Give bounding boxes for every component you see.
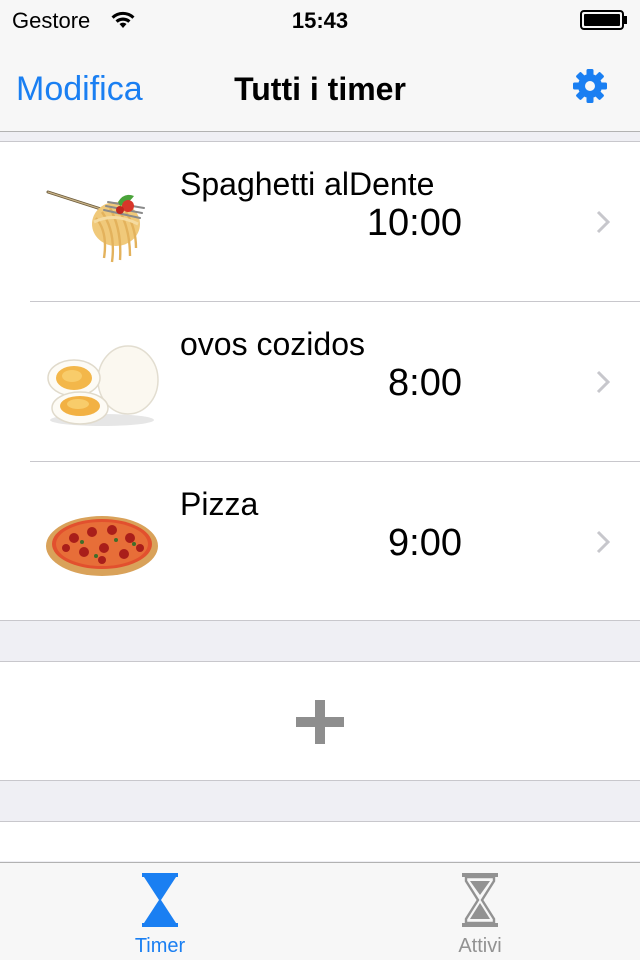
timer-duration: 9:00 bbox=[388, 522, 462, 564]
hourglass-icon bbox=[462, 873, 498, 927]
plus-icon bbox=[296, 700, 344, 744]
tab-timer[interactable]: Timer bbox=[0, 863, 320, 960]
timer-name: Spaghetti alDente bbox=[180, 166, 435, 202]
pizza-icon bbox=[46, 516, 158, 576]
timer-list: Spaghetti alDente 10:00 ovos cozidos 8:0… bbox=[0, 141, 640, 621]
timer-row-spaghetti[interactable]: Spaghetti alDente 10:00 bbox=[0, 142, 640, 302]
tab-bar: Timer Attivi bbox=[0, 862, 640, 960]
hourglass-icon bbox=[142, 873, 178, 927]
timer-row-eggs[interactable]: ovos cozidos 8:00 bbox=[0, 302, 640, 462]
status-bar: Gestore 15:43 bbox=[0, 0, 640, 40]
timer-name: ovos cozidos bbox=[180, 326, 365, 362]
battery-icon bbox=[580, 10, 627, 30]
tab-attivi[interactable]: Attivi bbox=[320, 863, 640, 960]
tab-label: Timer bbox=[134, 935, 186, 957]
timer-duration: 10:00 bbox=[366, 202, 462, 244]
add-timer-button[interactable] bbox=[0, 661, 640, 781]
timer-name: Pizza bbox=[180, 486, 259, 522]
chevron-right-icon bbox=[596, 210, 610, 234]
timer-row-pizza[interactable]: Pizza 9:00 bbox=[0, 462, 640, 622]
page-title: Tutti i timer bbox=[234, 71, 406, 107]
clock: 15:43 bbox=[291, 8, 349, 33]
tab-label: Attivi bbox=[458, 935, 502, 957]
empty-section bbox=[0, 821, 640, 861]
spaghetti-fork-icon bbox=[46, 190, 145, 263]
chevron-right-icon bbox=[596, 530, 610, 554]
gear-icon[interactable] bbox=[572, 68, 608, 104]
chevron-right-icon bbox=[596, 370, 610, 394]
nav-bar: Modifica Tutti i timer bbox=[0, 40, 640, 132]
timer-duration: 8:00 bbox=[388, 362, 462, 404]
boiled-eggs-icon bbox=[47, 345, 159, 426]
